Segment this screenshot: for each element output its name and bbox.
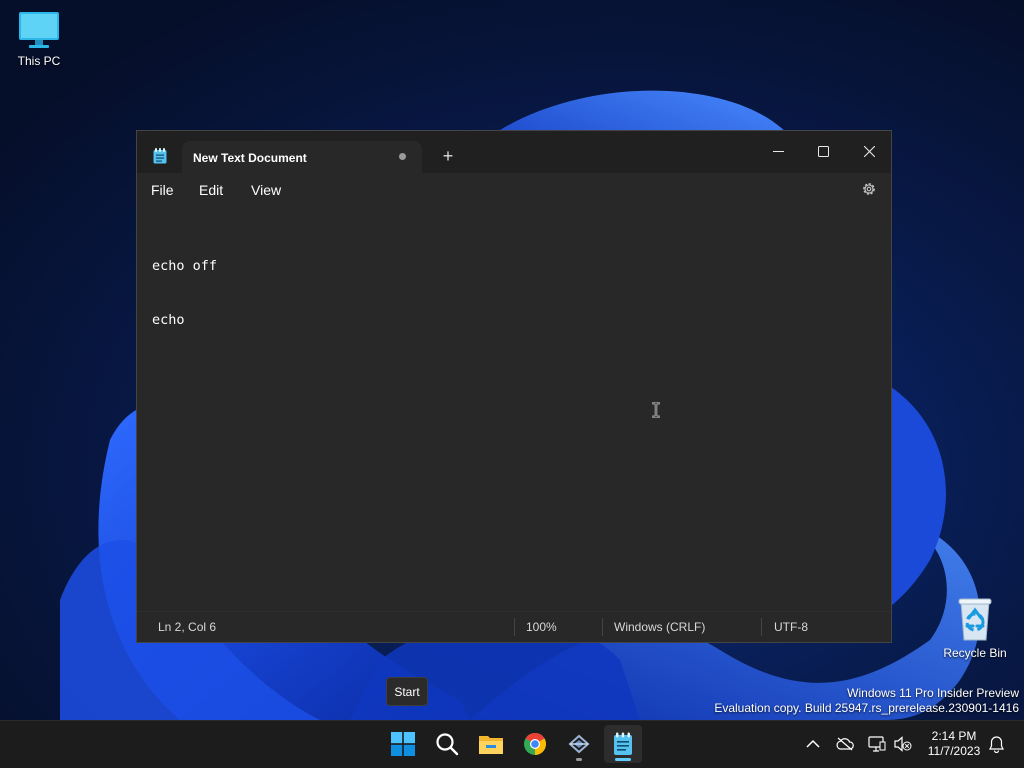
system-clock[interactable]: 2:14 PM 11/7/2023 [920,729,988,759]
start-icon [391,732,415,756]
active-indicator [615,758,631,761]
monitor-icon [19,12,59,48]
new-tab-button[interactable]: + [437,145,459,167]
notepad-icon [153,148,167,164]
maximize-icon [817,146,829,157]
notification-bell-icon[interactable] [989,736,1004,753]
watermark-line: Evaluation copy. Build 25947.rs_prerelea… [714,701,1019,715]
chrome-icon [524,733,546,755]
status-divider [514,618,515,636]
taskbar-notepad[interactable] [604,725,642,763]
status-divider [602,618,603,636]
line-ending: Windows (CRLF) [614,620,706,634]
clock-date: 11/7/2023 [927,744,981,758]
notepad-icon [614,732,632,755]
search-icon [436,733,459,756]
network-icon[interactable] [868,736,886,752]
start-tooltip: Start [386,677,428,706]
text-editor[interactable]: echo off echo [152,221,217,365]
taskbar-file-explorer[interactable] [472,725,510,763]
watermark-line: Windows 11 Pro Insider Preview [847,686,1019,700]
recycle-bin-icon [958,598,992,641]
notepad-window: New Text Document + File Edit View echo … [136,130,892,643]
start-button[interactable] [384,725,422,763]
editor-line: echo off [152,258,218,274]
tab-new-text-document[interactable]: New Text Document [182,141,422,173]
menu-bar: File Edit View [137,173,891,205]
desktop-icon-recycle-bin[interactable]: Recycle Bin [935,596,1015,660]
desktop-icon-this-pc[interactable]: This PC [0,10,79,68]
volume-muted-icon[interactable] [894,736,912,752]
unsaved-indicator [399,153,406,160]
tab-title: New Text Document [193,151,307,165]
cursor-position: Ln 2, Col 6 [158,620,217,634]
minimize-icon [772,151,784,152]
taskbar-chrome[interactable] [516,725,554,763]
title-bar[interactable]: New Text Document + [137,131,891,173]
editor-line: echo [152,312,185,328]
status-bar: Ln 2, Col 6 100% Windows (CRLF) UTF-8 [137,611,891,642]
status-divider [761,618,762,636]
desktop-icon-label: This PC [17,54,61,68]
running-indicator [576,758,582,761]
evaluation-watermark: Windows 11 Pro Insider Preview Evaluatio… [714,686,1019,716]
taskbar-search-button[interactable] [428,725,466,763]
taskbar: 2:14 PM 11/7/2023 [0,720,1024,768]
desktop-icon-label: Recycle Bin [943,646,1007,660]
menu-edit[interactable]: Edit [199,182,223,198]
file-explorer-icon [479,736,503,754]
close-icon [863,146,875,157]
close-button[interactable] [846,137,892,167]
app-icon [568,734,590,754]
text-cursor-icon [652,402,660,418]
menu-file[interactable]: File [151,182,174,198]
clock-time: 2:14 PM [931,729,977,743]
minimize-button[interactable] [755,137,801,167]
settings-gear-icon[interactable] [861,181,877,197]
chevron-up-icon[interactable] [806,739,820,749]
maximize-button[interactable] [800,137,846,167]
zoom-level: 100% [526,620,557,634]
menu-view[interactable]: View [251,182,281,198]
onedrive-offline-icon[interactable] [836,737,854,751]
taskbar-app[interactable] [560,725,598,763]
encoding: UTF-8 [774,620,808,634]
